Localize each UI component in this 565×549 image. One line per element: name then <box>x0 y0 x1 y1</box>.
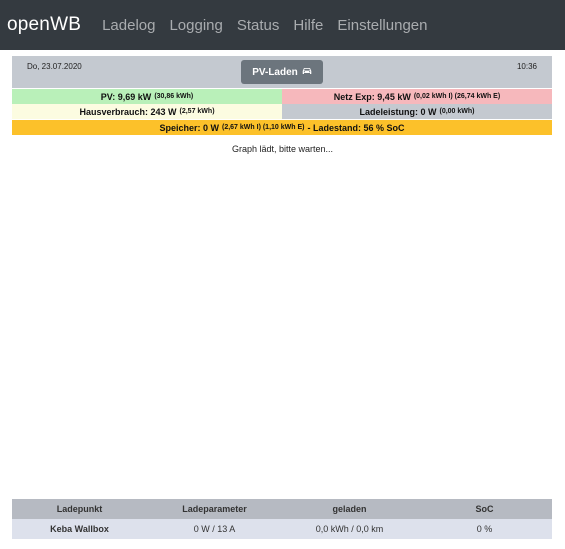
header-geladen: geladen <box>282 499 417 519</box>
charge-mode-button[interactable]: PV-Laden <box>241 60 323 84</box>
ladepunkt-params: 0 W / 13 A <box>147 519 282 539</box>
graph-loading-message: Graph lädt, bitte warten... <box>231 144 334 154</box>
ladeleistung-energy: (0,00 kWh) <box>439 108 475 115</box>
nav-einstellungen[interactable]: Einstellungen <box>337 17 427 34</box>
nav-status[interactable]: Status <box>237 17 280 34</box>
ladepunkt-table: Ladepunkt Ladeparameter geladen SoC Keba… <box>12 499 552 539</box>
hausverbrauch-energy: (2,57 kWh) <box>179 108 215 115</box>
pv-energy: (30,86 kWh) <box>154 93 194 100</box>
top-navbar: openWB Ladelog Logging Status Hilfe Eins… <box>0 0 565 50</box>
speicher-power: Speicher: 0 W <box>159 122 219 133</box>
hausverbrauch-cell: Hausverbrauch: 243 W (2,57 kWh) <box>12 104 282 119</box>
charge-mode-label: PV-Laden <box>252 66 298 78</box>
netz-energy: (0,02 kWh I) (26,74 kWh E) <box>413 93 501 100</box>
speicher-soc: - Ladestand: 56 % SoC <box>307 122 405 133</box>
pv-cell: PV: 9,69 kW (30,86 kWh) <box>12 89 282 104</box>
stats-row-speicher: Speicher: 0 W (2,67 kWh I) (1,10 kWh E) … <box>12 120 552 135</box>
nav-hilfe[interactable]: Hilfe <box>293 17 323 34</box>
table-header-row: Ladepunkt Ladeparameter geladen SoC <box>12 499 552 519</box>
car-icon <box>302 67 312 77</box>
netz-power: Netz Exp: 9,45 kW <box>333 91 411 102</box>
info-bar: Do, 23.07.2020 PV-Laden 10:36 <box>12 56 552 88</box>
nav-ladelog[interactable]: Ladelog <box>102 17 155 34</box>
nav-logging[interactable]: Logging <box>169 17 222 34</box>
speicher-cell: Speicher: 0 W (2,67 kWh I) (1,10 kWh E) … <box>12 120 552 135</box>
header-ladeparameter: Ladeparameter <box>147 499 282 519</box>
ladeleistung-power: Ladeleistung: 0 W <box>359 106 437 117</box>
ladepunkt-name[interactable]: Keba Wallbox <box>12 519 147 539</box>
ladepunkt-soc: 0 % <box>417 519 552 539</box>
header-ladepunkt: Ladepunkt <box>12 499 147 519</box>
header-soc: SoC <box>417 499 552 519</box>
ladepunkt-charged: 0,0 kWh / 0,0 km <box>282 519 417 539</box>
netz-cell: Netz Exp: 9,45 kW (0,02 kWh I) (26,74 kW… <box>282 89 552 104</box>
table-row: Keba Wallbox 0 W / 13 A 0,0 kWh / 0,0 km… <box>12 519 552 539</box>
pv-power: PV: 9,69 kW <box>100 91 152 102</box>
time-display: 10:36 <box>516 62 537 71</box>
stats-row-haus-lade: Hausverbrauch: 243 W (2,57 kWh) Ladeleis… <box>12 104 552 119</box>
speicher-energy: (2,67 kWh I) (1,10 kWh E) <box>222 124 305 131</box>
ladeleistung-cell: Ladeleistung: 0 W (0,00 kWh) <box>282 104 552 119</box>
hausverbrauch-power: Hausverbrauch: 243 W <box>79 106 177 117</box>
brand-logo[interactable]: openWB <box>7 14 81 36</box>
date-display: Do, 23.07.2020 <box>27 62 82 71</box>
stats-row-pv-netz: PV: 9,69 kW (30,86 kWh) Netz Exp: 9,45 k… <box>12 89 552 104</box>
